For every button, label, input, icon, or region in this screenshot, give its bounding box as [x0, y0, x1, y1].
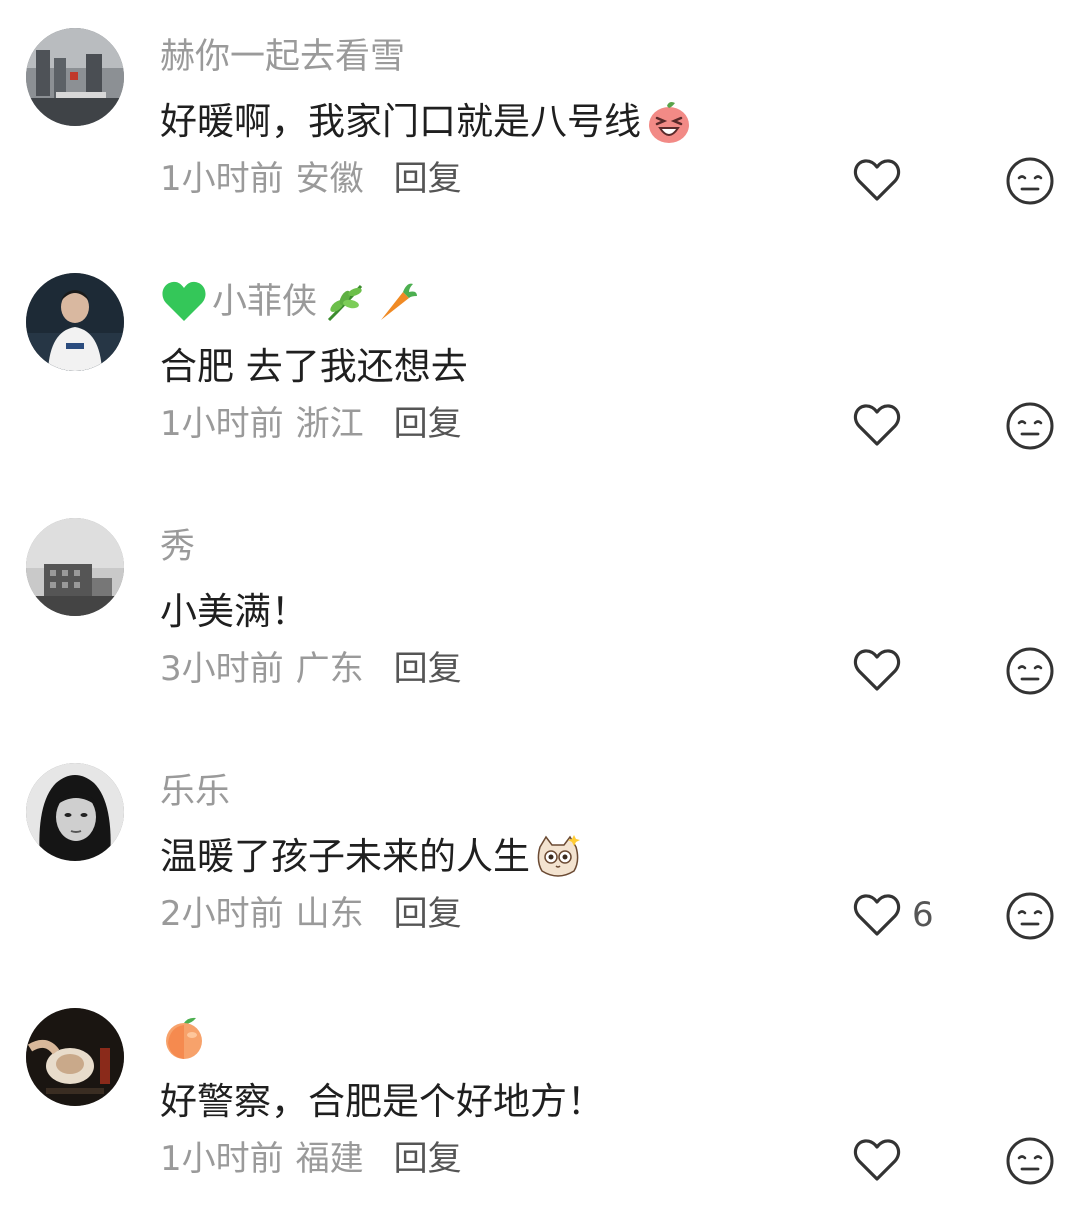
heart-icon	[852, 1137, 902, 1183]
reply-button[interactable]: 回复	[394, 889, 462, 939]
neutral-face-icon	[1005, 401, 1055, 451]
reply-button[interactable]: 回复	[394, 399, 462, 449]
avatar[interactable]	[26, 28, 124, 126]
timestamp: 1小时前	[160, 159, 284, 199]
username[interactable]: 秀	[160, 524, 195, 570]
laughing-peach-sticker-icon	[645, 98, 693, 146]
herb-icon	[321, 278, 369, 326]
timestamp: 1小时前	[160, 404, 284, 444]
heart-icon	[852, 892, 902, 938]
comment-text-content: 好警察，合肥是个好地方！	[160, 1080, 604, 1123]
dislike-button[interactable]	[1005, 646, 1055, 696]
comment-text: 小美满！	[160, 586, 308, 638]
comment-item: 小菲侠 合肥 去了我还想去 1小时前 浙江 回复	[0, 245, 1080, 490]
neutral-face-icon	[1005, 891, 1055, 941]
carrot-icon	[373, 278, 421, 326]
comment-text-content: 好暖啊，我家门口就是八号线	[160, 100, 641, 143]
username[interactable]: 赫你一起去看雪	[160, 34, 405, 80]
heart-icon	[852, 157, 902, 203]
comment-meta: 1小时前 安徽 回复	[160, 154, 462, 204]
comment-meta: 3小时前 广东 回复	[160, 644, 462, 694]
avatar[interactable]	[26, 1008, 124, 1106]
comment-item: 秀 小美满！ 3小时前 广东 回复	[0, 490, 1080, 735]
green-heart-icon	[160, 278, 208, 326]
like-button[interactable]	[852, 156, 912, 204]
comment-item: 乐乐 温暖了孩子未来的人生 2小时前 山东 回复 6	[0, 735, 1080, 980]
reply-button[interactable]: 回复	[394, 1134, 462, 1184]
comment-meta: 1小时前 浙江 回复	[160, 399, 462, 449]
comment-meta: 1小时前 福建 回复	[160, 1134, 462, 1184]
comment-text-content: 温暖了孩子未来的人生	[160, 835, 530, 878]
timestamp: 3小时前	[160, 649, 284, 689]
comment-text: 好警察，合肥是个好地方！	[160, 1076, 604, 1128]
comment-text-content: 合肥 去了我还想去	[160, 345, 468, 388]
username-text: 秀	[160, 527, 196, 567]
location: 福建	[295, 1139, 364, 1179]
username[interactable]	[160, 1014, 208, 1060]
username-text: 乐乐	[160, 772, 231, 812]
comment-item: 赫你一起去看雪 好暖啊，我家门口就是八号线 1小时前 安徽 回复	[0, 0, 1080, 245]
avatar[interactable]	[26, 273, 124, 371]
comment-meta: 2小时前 山东 回复	[160, 889, 462, 939]
username-text: 小菲侠	[212, 282, 318, 322]
dislike-button[interactable]	[1005, 401, 1055, 451]
location: 山东	[295, 894, 364, 934]
location: 浙江	[295, 404, 364, 444]
like-count: 6	[912, 895, 934, 935]
dislike-button[interactable]	[1005, 891, 1055, 941]
comment-text: 温暖了孩子未来的人生	[160, 831, 582, 883]
peach-icon	[160, 1013, 208, 1061]
reply-button[interactable]: 回复	[394, 644, 462, 694]
comment-item: 好警察，合肥是个好地方！ 1小时前 福建 回复	[0, 980, 1080, 1225]
username-text: 赫你一起去看雪	[160, 37, 406, 77]
like-button[interactable]	[852, 1136, 912, 1184]
like-button[interactable]	[852, 646, 912, 694]
timestamp: 2小时前	[160, 894, 284, 934]
comment-text: 好暖啊，我家门口就是八号线	[160, 96, 693, 148]
username[interactable]: 小菲侠	[160, 279, 421, 325]
timestamp: 1小时前	[160, 1139, 284, 1179]
dislike-button[interactable]	[1005, 1136, 1055, 1186]
dislike-button[interactable]	[1005, 156, 1055, 206]
like-button[interactable]: 6	[852, 891, 934, 939]
like-button[interactable]	[852, 401, 912, 449]
heart-icon	[852, 402, 902, 448]
avatar[interactable]	[26, 763, 124, 861]
reply-button[interactable]: 回复	[394, 154, 462, 204]
location: 广东	[295, 649, 364, 689]
location: 安徽	[295, 159, 364, 199]
comment-text: 合肥 去了我还想去	[160, 341, 468, 393]
comment-text-content: 小美满！	[160, 590, 308, 633]
heart-icon	[852, 647, 902, 693]
cat-sticker-icon	[534, 833, 582, 881]
neutral-face-icon	[1005, 156, 1055, 206]
avatar[interactable]	[26, 518, 124, 616]
username[interactable]: 乐乐	[160, 769, 230, 815]
neutral-face-icon	[1005, 646, 1055, 696]
neutral-face-icon	[1005, 1136, 1055, 1186]
